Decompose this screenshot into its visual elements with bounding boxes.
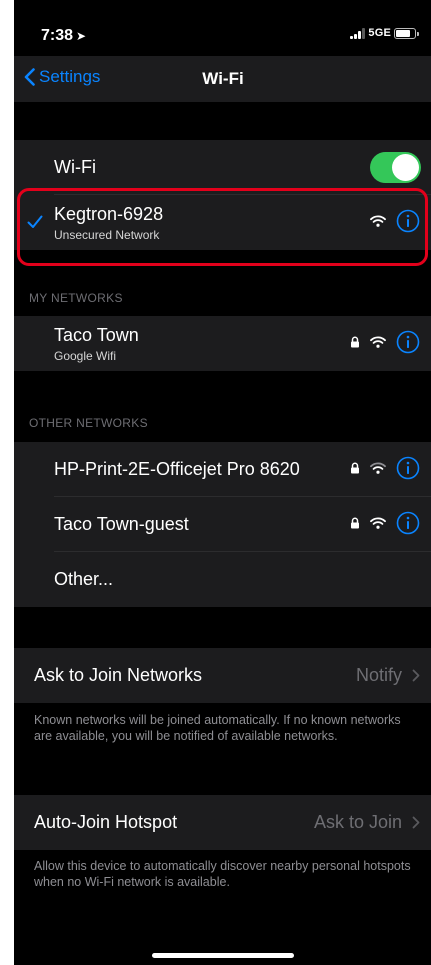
cellular-signal-icon [350,27,366,39]
lock-icon [351,517,359,529]
lock-icon [351,336,359,348]
auto-join-hotspot-row[interactable]: Auto-Join Hotspot Ask to Join [14,795,431,850]
navigation-bar: Settings Wi-Fi [14,56,431,102]
auto-join-hotspot-label: Auto-Join Hotspot [34,812,178,832]
ask-to-join-value: Notify [355,665,402,685]
auto-join-hotspot-footer: Allow this device to automatically disco… [34,859,411,889]
ask-to-join-row[interactable]: Ask to Join Networks Notify [14,648,431,703]
connected-network-row[interactable]: Kegtron-6928 Unsecured Network [14,195,431,250]
location-arrow-icon: ➤ [76,29,87,43]
my-networks-group: Taco Town Google Wifi [14,316,431,371]
connected-network-status: Unsecured Network [54,228,160,242]
auto-join-group: Auto-Join Hotspot Ask to Join [14,795,431,850]
page-title: Wi-Fi [202,69,244,88]
info-button-icon[interactable] [396,511,420,535]
chevron-right-icon [412,816,420,829]
connected-network-name: Kegtron-6928 [54,204,164,224]
network-row-hp-print[interactable]: HP-Print-2E-Officejet Pro 8620 [14,442,431,497]
other-networks-group: HP-Print-2E-Officejet Pro 8620 Taco Town… [14,442,431,607]
ask-to-join-group: Ask to Join Networks Notify [14,648,431,703]
network-icons [350,456,420,480]
other-networks-header: OTHER NETWORKS [29,416,148,430]
home-indicator[interactable] [152,953,294,958]
ask-to-join-footer: Known networks will be joined automatica… [34,713,401,743]
battery-icon [394,27,419,39]
info-button-icon[interactable] [396,330,420,354]
wifi-toggle[interactable] [370,152,421,183]
wifi-signal-icon [370,462,386,474]
wifi-signal-icon [370,517,386,529]
info-button-icon[interactable] [396,456,420,480]
network-subtitle: Google Wifi [54,349,117,363]
network-name: Taco Town-guest [54,514,189,534]
toggle-knob [392,154,419,181]
wifi-signal-icon [370,215,386,227]
ask-to-join-label: Ask to Join Networks [34,665,203,685]
my-networks-header: MY NETWORKS [29,291,123,305]
auto-join-hotspot-value: Ask to Join [313,812,402,832]
phone-screen: 7:38 ➤ 5GE Settings Wi-Fi Wi-Fi Kegtron-… [14,0,431,965]
other-network-row[interactable]: Other... [14,552,431,607]
status-time-text: 7:38 [41,27,74,44]
wifi-toggle-row: Wi-Fi [14,140,431,195]
wifi-group: Wi-Fi Kegtron-6928 Unsecured Network [14,140,431,250]
network-icons [350,511,420,535]
network-row-taco-town-guest[interactable]: Taco Town-guest [14,497,431,552]
wifi-label: Wi-Fi [54,157,96,177]
wifi-signal-icon [370,336,386,348]
other-network-label: Other... [54,569,114,589]
info-button-icon[interactable] [396,209,420,233]
network-name: Taco Town [54,325,139,345]
status-indicators: 5GE [350,27,419,39]
connected-network-icons [370,209,420,233]
network-row-taco-town[interactable]: Taco Town Google Wifi [14,316,431,371]
network-icons [350,330,420,354]
chevron-right-icon [412,669,420,682]
lock-icon [351,462,359,474]
status-time: 7:38 ➤ [41,27,86,45]
network-name: HP-Print-2E-Officejet Pro 8620 [54,459,300,479]
network-type-label: 5GE [368,27,391,39]
checkmark-icon [27,215,43,228]
